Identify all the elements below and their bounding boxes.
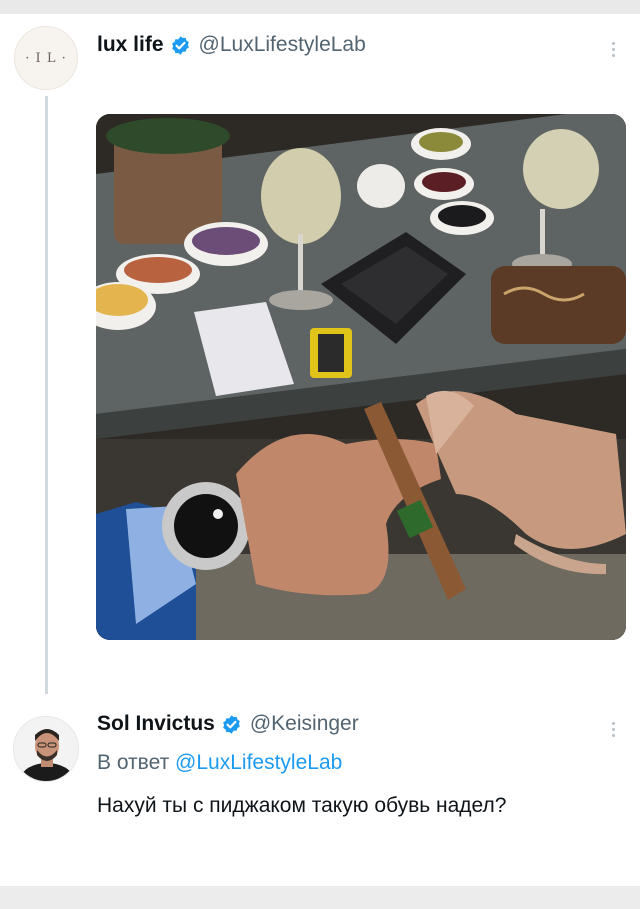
thread-connector-line	[45, 96, 48, 708]
replying-to: В ответ @LuxLifestyleLab	[97, 751, 342, 775]
more-vertical-icon[interactable]	[610, 42, 616, 57]
replying-to-mention[interactable]: @LuxLifestyleLab	[175, 751, 342, 774]
author-handle[interactable]: @LuxLifestyleLab	[199, 33, 366, 57]
verified-badge-icon	[170, 35, 191, 56]
reply-author-name[interactable]: Sol Invictus	[97, 712, 215, 736]
author-name[interactable]: lux life	[97, 33, 164, 57]
lux-life-avatar[interactable]: · I L ·	[14, 26, 78, 90]
photo-illustration	[96, 114, 626, 640]
replying-to-prefix: В ответ	[97, 751, 170, 774]
avatar-monogram: · I L ·	[25, 50, 67, 66]
avatar-photo	[14, 717, 78, 781]
reply-text: Нахуй ты с пиджаком такую обувь надел?	[97, 794, 507, 817]
reply-header: Sol Invictus @Keisinger	[97, 712, 359, 736]
more-vertical-icon[interactable]	[610, 722, 616, 737]
reply-author-handle[interactable]: @Keisinger	[250, 712, 359, 736]
verified-badge-icon	[221, 714, 242, 735]
tweet-photo[interactable]	[96, 114, 626, 640]
tweet-header: lux life @LuxLifestyleLab	[97, 33, 366, 57]
top-strip	[0, 0, 640, 14]
bottom-strip	[0, 886, 640, 909]
sol-invictus-avatar[interactable]	[13, 716, 79, 782]
